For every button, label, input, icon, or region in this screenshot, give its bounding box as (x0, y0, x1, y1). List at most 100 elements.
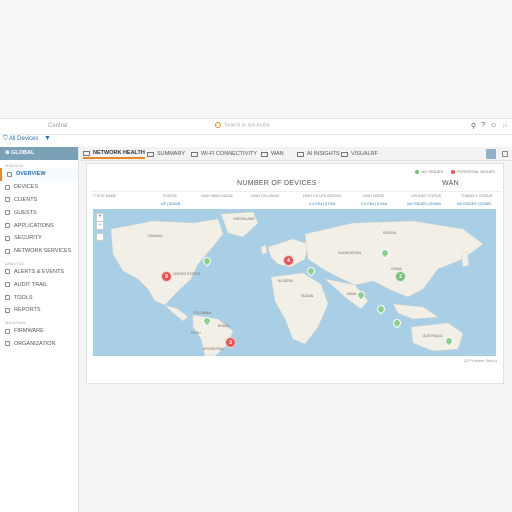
map-label-united-states: UNITED STATES (173, 272, 201, 276)
site-cluster-south-america[interactable]: 3 (225, 337, 236, 348)
sidebar-item-label: CLIENTS (14, 196, 38, 203)
tab-label: WI-FI CONNECTIVITY (201, 151, 257, 157)
cloud-icon (261, 151, 268, 157)
legend-potential-issues: POTENTIAL ISSUES (451, 169, 495, 174)
wan-header: WAN (442, 180, 459, 187)
col-uplinks-status-value: NO ISSUES | DOWN (407, 202, 441, 206)
sidebar-item-devices[interactable]: DEVICES (0, 181, 78, 194)
filter-icon[interactable]: ▼ (44, 135, 51, 142)
central-america-shape (164, 304, 189, 322)
sidebar-item-guests[interactable]: GUESTS (0, 206, 78, 219)
apps-icon[interactable]: ⁙ (502, 122, 508, 130)
section-analyze: ANALYZE (5, 260, 25, 266)
sidebar-item-alerts-events[interactable]: ALERTS & EVENTS (0, 266, 78, 279)
sidebar-item-label: FIRMWARE (14, 328, 44, 335)
firmware-icon (5, 328, 10, 334)
applications-icon (5, 223, 10, 229)
tab-label: NETWORK HEALTH (93, 150, 145, 156)
sidebar-item-tools[interactable]: TOOLS (0, 291, 78, 304)
sidebar-item-network-services[interactable]: NETWORK SERVICES (0, 245, 78, 258)
tab-summary[interactable]: SUMMARY (147, 149, 185, 159)
home-icon[interactable] (96, 233, 104, 241)
tab-label: WAN (271, 151, 284, 157)
green-dot-icon (415, 169, 420, 174)
tab-wifi-connectivity[interactable]: WI-FI CONNECTIVITY (191, 149, 257, 159)
sidebar-item-security[interactable]: SECURITY (0, 232, 78, 245)
map-label-brazil: BRAZIL (218, 324, 231, 328)
site-selector[interactable]: Central (48, 123, 67, 129)
col-high-ch-utilization[interactable]: HIGH CH UTILIZATION (303, 194, 341, 198)
zoom-in-button[interactable]: + (97, 214, 103, 221)
site-cluster-north-america[interactable]: 9 (161, 271, 172, 282)
col-high-ch-usage[interactable]: HIGH CH USAGE (251, 194, 280, 198)
summary-icon (147, 151, 154, 157)
sidebar-item-firmware[interactable]: FIRMWARE (0, 325, 78, 338)
audit-icon (5, 282, 10, 288)
guests-icon (5, 210, 10, 216)
uk-shape (260, 244, 268, 255)
global-selector[interactable]: ⊕ GLOBAL (0, 147, 78, 160)
network-icon (5, 248, 10, 254)
tab-label: SUMMARY (157, 151, 186, 157)
sidebar-item-overview[interactable]: OVERVIEW (0, 168, 78, 181)
map-label-colombia: COLOMBIA (193, 311, 212, 315)
bell-icon (5, 269, 10, 275)
section-manage: MANAGE (5, 163, 24, 168)
col-tunnels-status[interactable]: TUNNELS STATUS (461, 194, 492, 198)
number-of-devices-header: NUMBER OF DEVICES (237, 180, 317, 187)
greenland-shape (220, 211, 259, 238)
list-view-toggle[interactable] (502, 151, 508, 157)
clients-icon (5, 197, 10, 203)
sidebar-item-label: DEVICES (14, 184, 39, 191)
section-maintain: MAINTAIN (5, 319, 26, 325)
map-label-india: INDIA (347, 292, 357, 296)
col-high-ch-utilization-value: 2.4 GHz | 5 GHz (309, 202, 336, 206)
col-label: SITE NAME (96, 194, 117, 198)
map-label-peru: PERU (191, 331, 201, 335)
map-view-toggle[interactable] (486, 149, 496, 159)
map-label-sudan: SUDAN (301, 294, 314, 298)
search-icon (215, 122, 221, 128)
zoom-out-button[interactable]: − (97, 221, 103, 229)
sidebar-item-audit-trail[interactable]: AUDIT TRAIL (0, 278, 78, 291)
search-icon[interactable]: ⚲ (471, 122, 476, 130)
tab-visualrf[interactable]: VISUALRF (341, 149, 378, 159)
sidebar-item-label: AUDIT TRAIL (14, 281, 48, 288)
sidebar-item-label: OVERVIEW (16, 171, 46, 178)
col-uplinks-status[interactable]: UPLINKS STATUS (411, 194, 441, 198)
map-label-russia: RUSSIA (383, 231, 397, 235)
col-status[interactable]: STATUS (163, 194, 177, 198)
all-devices-filter[interactable]: ⛉ All Devices (3, 136, 39, 143)
world-map[interactable]: + − GREENLAND RUSSIA CANADA UNITED STATE… (93, 209, 496, 356)
legend-no-issues: NO ISSUES (415, 169, 443, 174)
sidebar-item-applications[interactable]: APPLICATIONS (0, 219, 78, 232)
sidebar-item-label: ORGANIZATION (14, 340, 56, 347)
tab-label: AI INSIGHTS (307, 151, 340, 157)
zoom-control: + − (96, 213, 104, 230)
filter-bar: ⛉ All Devices ▼ (0, 135, 512, 147)
search-input[interactable]: Search or ask Aruba (215, 122, 335, 132)
col-high-mem-usage[interactable]: HIGH MEM USAGE (201, 194, 233, 198)
organization-icon (5, 341, 10, 347)
indonesia-shape (392, 303, 439, 320)
sidebar-item-label: ALERTS & EVENTS (14, 268, 65, 275)
col-site-name[interactable]: ⛉ SITE NAME (93, 194, 116, 198)
site-cluster-asia[interactable]: 2 (395, 271, 406, 282)
tab-wan[interactable]: WAN (261, 149, 284, 159)
sidebar-item-label: APPLICATIONS (14, 222, 54, 229)
user-icon[interactable]: ☺ (490, 122, 497, 130)
tab-network-health[interactable]: NETWORK HEALTH (83, 149, 145, 159)
tab-bar: NETWORK HEALTH SUMMARY WI-FI CONNECTIVIT… (79, 147, 512, 161)
tab-ai-insights[interactable]: AI INSIGHTS (297, 149, 340, 159)
help-icon[interactable]: ? (481, 122, 485, 130)
map-label-kazakhstan: KAZAKHSTAN (338, 251, 362, 255)
map-label-argentina: ARGENTINA (203, 347, 224, 351)
sidebar-item-reports[interactable]: REPORTS (0, 304, 78, 317)
red-dot-icon (451, 169, 456, 174)
site-cluster-europe[interactable]: 4 (283, 255, 294, 266)
column-headers: ⛉ SITE NAME STATUS UP | DOWN HIGH MEM US… (91, 191, 501, 209)
col-high-noise[interactable]: HIGH NOISE (363, 194, 384, 198)
sidebar-item-organization[interactable]: ORGANIZATION (0, 338, 78, 351)
sidebar-item-clients[interactable]: CLIENTS (0, 194, 78, 207)
sidebar: ⊕ GLOBAL MANAGE OVERVIEW DEVICES CLIENTS… (0, 147, 79, 512)
